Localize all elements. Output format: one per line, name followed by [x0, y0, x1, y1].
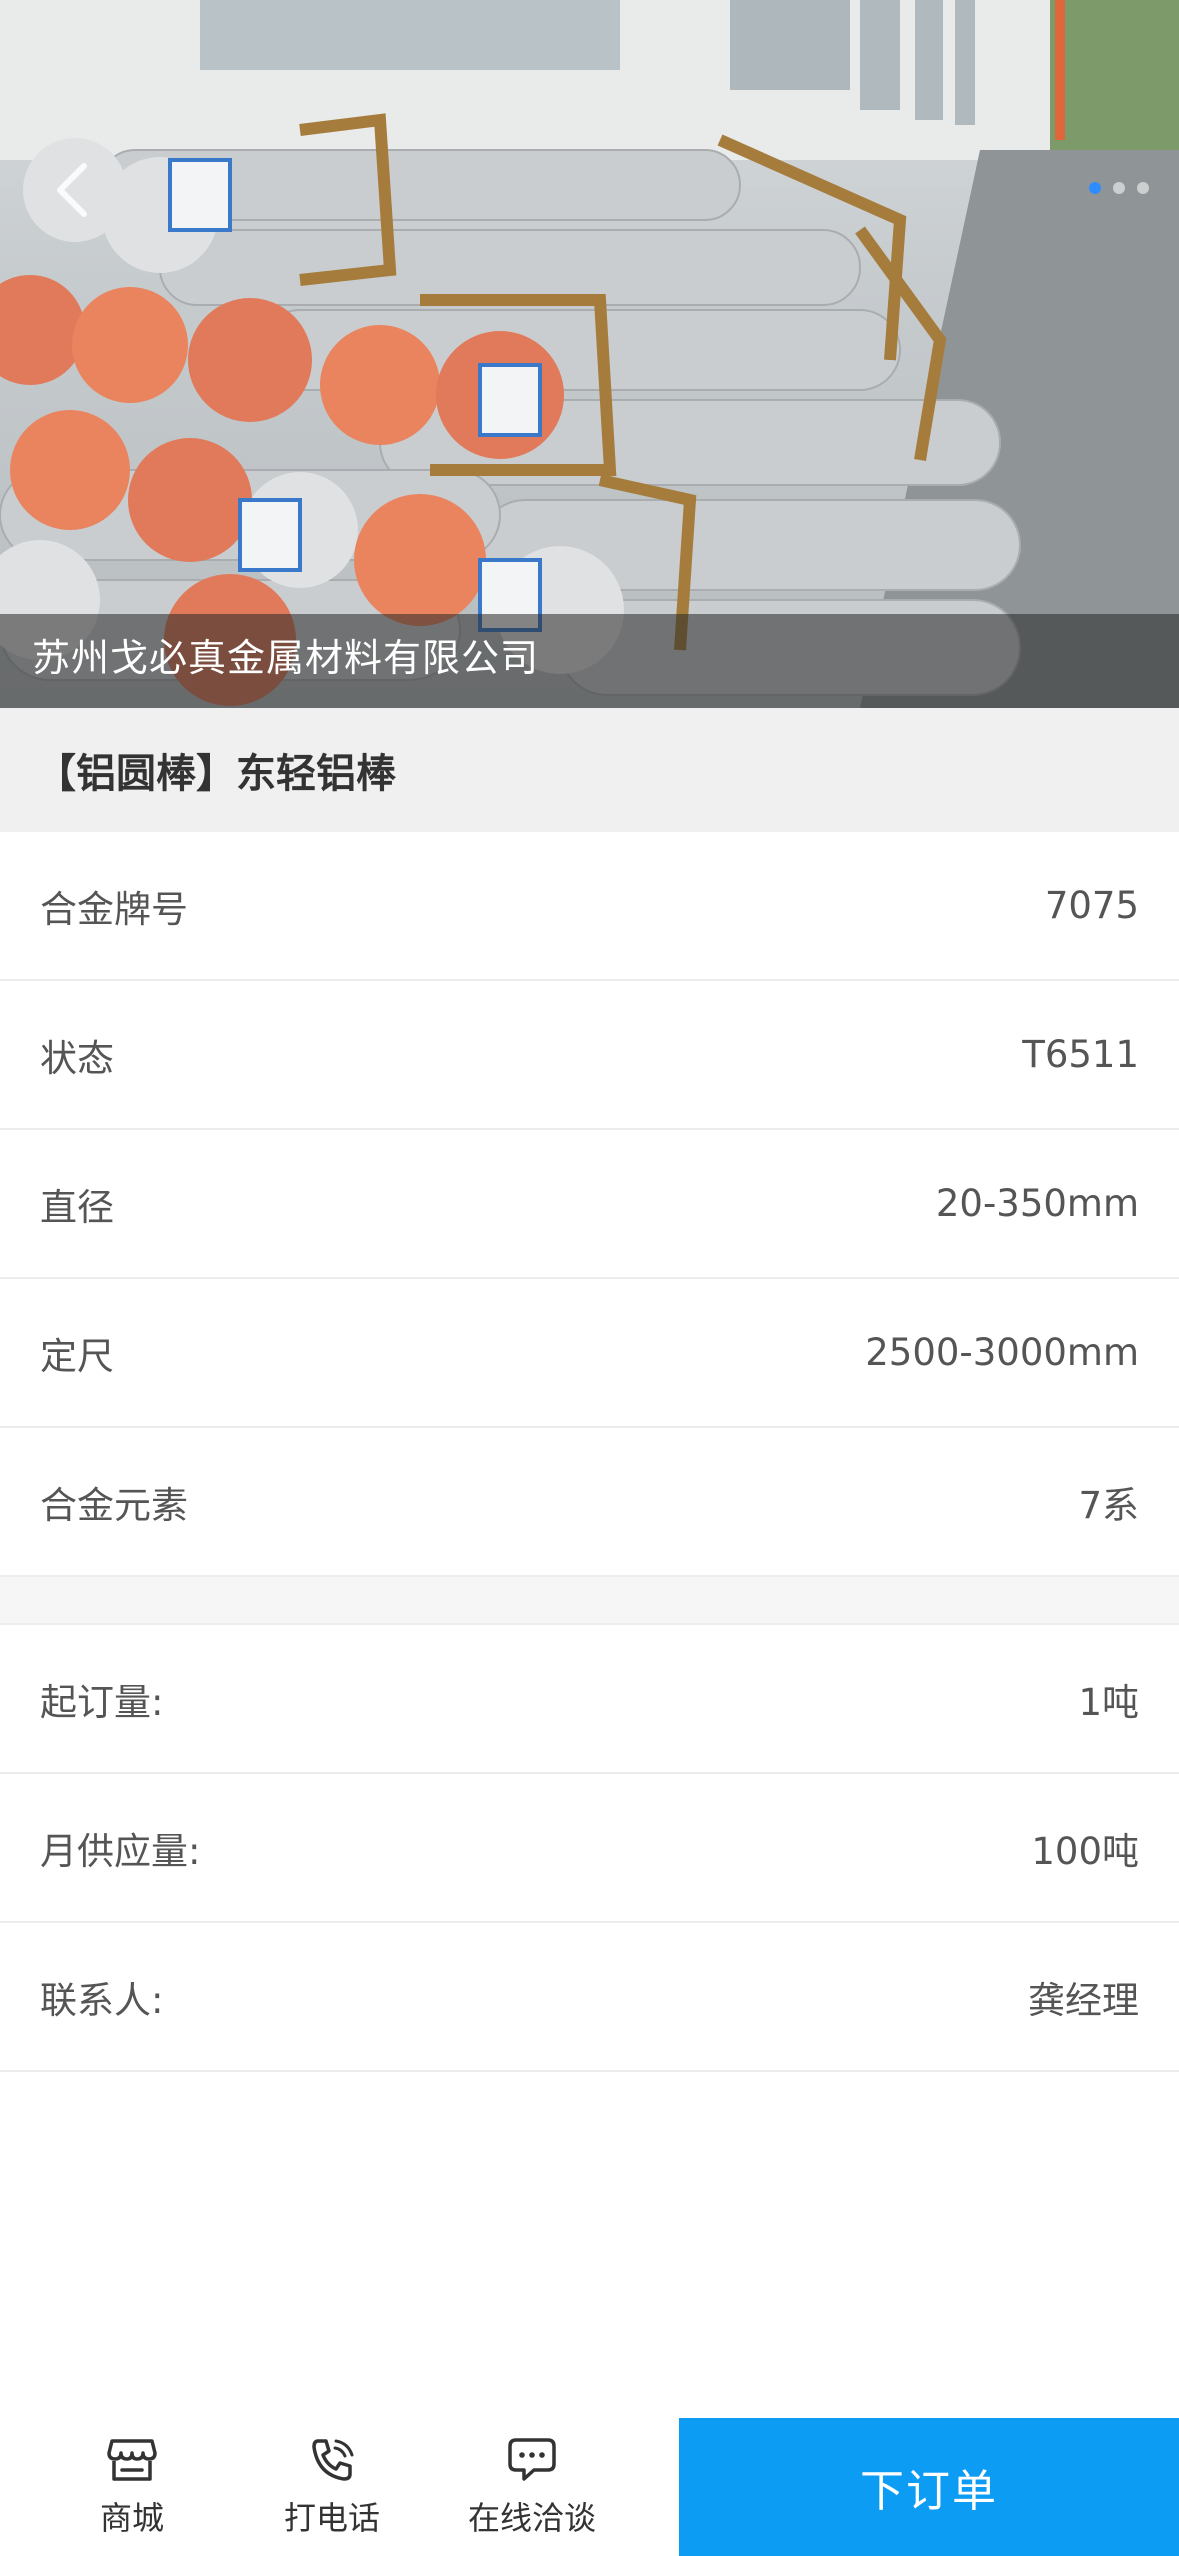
- info-label: 联系人:: [40, 1978, 164, 2022]
- spec-row-alloy-element: 合金元素 7系: [0, 1428, 1179, 1577]
- product-title-bar: 【铝圆棒】东轻铝棒: [0, 708, 1179, 832]
- supply-info-list: 起订量: 1吨 月供应量: 100吨 联系人: 龚经理: [0, 1625, 1179, 2072]
- spec-label: 直径: [40, 1185, 114, 1229]
- spec-row-diameter: 直径 20-350mm: [0, 1130, 1179, 1279]
- info-label: 起订量:: [40, 1680, 164, 1724]
- info-row-monthly-supply: 月供应量: 100吨: [0, 1774, 1179, 1923]
- product-image-carousel[interactable]: 苏州戈必真金属材料有限公司: [0, 0, 1179, 708]
- carousel-indicator: [1089, 182, 1149, 194]
- store-icon: [107, 2439, 157, 2481]
- spec-row-length: 定尺 2500-3000mm: [0, 1279, 1179, 1428]
- tab-label: 打电话: [283, 2499, 380, 2537]
- place-order-button[interactable]: 下订单: [679, 2418, 1179, 2556]
- spec-value: 20-350mm: [935, 1182, 1139, 1225]
- spec-value: 7系: [1078, 1483, 1139, 1527]
- aluminum-rods-photo: [0, 0, 1179, 708]
- tab-store[interactable]: 商城: [32, 2418, 232, 2556]
- spec-label: 定尺: [40, 1334, 114, 1378]
- info-value: 1吨: [1078, 1680, 1139, 1724]
- carousel-dot[interactable]: [1089, 182, 1101, 194]
- info-value: 100吨: [1031, 1829, 1139, 1873]
- company-name: 苏州戈必真金属材料有限公司: [32, 636, 540, 680]
- spec-value: 2500-3000mm: [865, 1331, 1139, 1374]
- info-label: 月供应量:: [40, 1829, 201, 1873]
- tab-call[interactable]: 打电话: [232, 2418, 432, 2556]
- section-divider: [0, 1577, 1179, 1625]
- carousel-dot[interactable]: [1137, 182, 1149, 194]
- chat-icon: [508, 2438, 556, 2481]
- tab-label: 在线洽谈: [467, 2499, 596, 2537]
- tab-label: 商城: [99, 2499, 164, 2537]
- phone-icon: [312, 2439, 354, 2481]
- spec-value: 7075: [1044, 884, 1139, 927]
- product-detail-page: 苏州戈必真金属材料有限公司 【铝圆棒】东轻铝棒 合金牌号 7075 状态 T65…: [0, 0, 1179, 2556]
- info-value: 龚经理: [1028, 1978, 1139, 2022]
- carousel-prev-icon[interactable]: [50, 160, 94, 220]
- spec-label: 合金元素: [40, 1483, 188, 1527]
- tab-chat[interactable]: 在线洽谈: [432, 2418, 632, 2556]
- spec-list: 合金牌号 7075 状态 T6511 直径 20-350mm 定尺 2500-3…: [0, 832, 1179, 1577]
- spec-row-temper: 状态 T6511: [0, 981, 1179, 1130]
- info-row-min-order: 起订量: 1吨: [0, 1625, 1179, 1774]
- product-title: 【铝圆棒】东轻铝棒: [36, 751, 396, 797]
- bottom-action-bar: 商城 打电话 在线洽谈 下订单: [0, 2418, 1179, 2556]
- info-row-contact: 联系人: 龚经理: [0, 1923, 1179, 2072]
- spec-row-alloy-grade: 合金牌号 7075: [0, 832, 1179, 981]
- bottom-tabs: 商城 打电话 在线洽谈: [0, 2418, 679, 2556]
- spec-label: 合金牌号: [40, 887, 188, 931]
- carousel-dot[interactable]: [1113, 182, 1125, 194]
- spec-value: T6511: [1022, 1033, 1139, 1076]
- spec-label: 状态: [40, 1036, 114, 1080]
